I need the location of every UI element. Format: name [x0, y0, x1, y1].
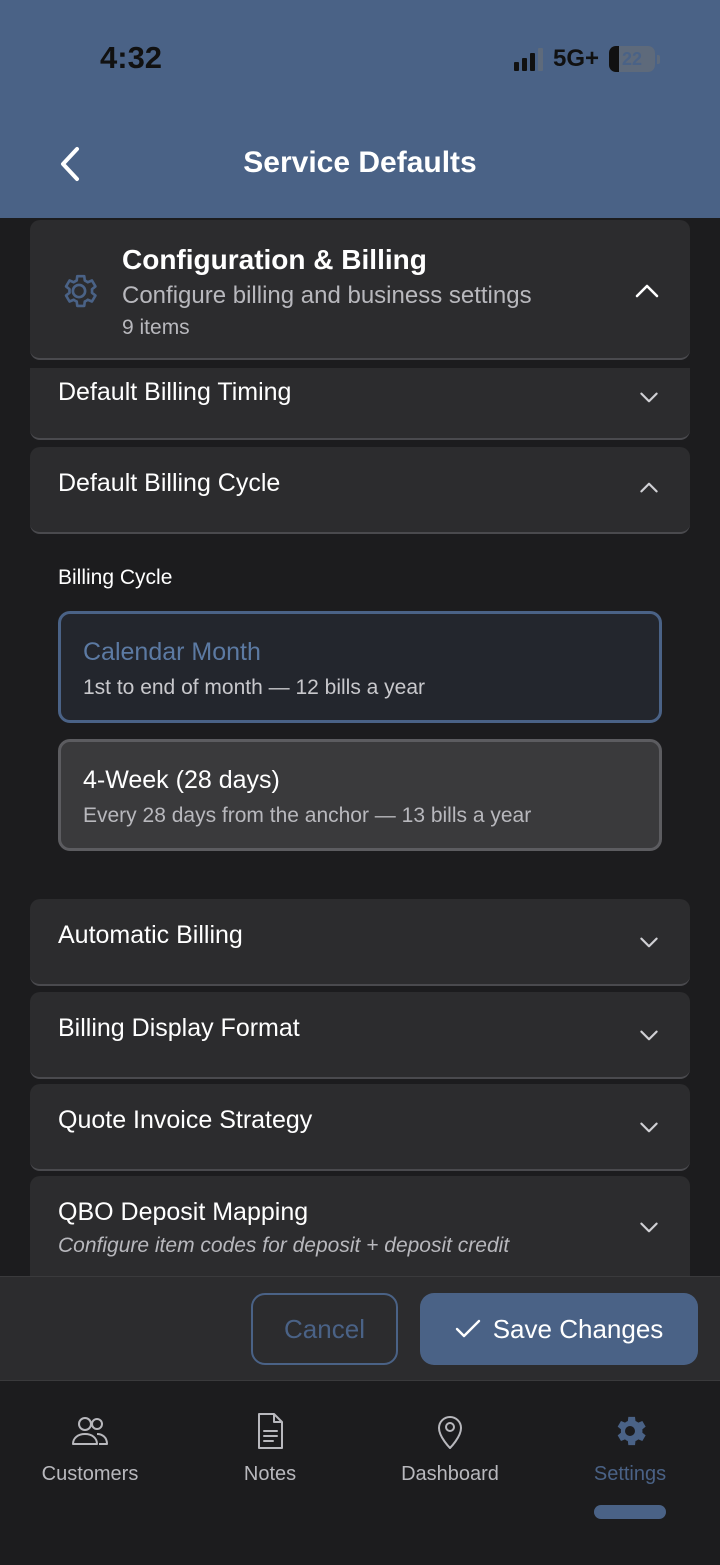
option-title: 4-Week (28 days) — [83, 766, 280, 794]
map-pin-icon — [438, 1416, 462, 1449]
nav-customers[interactable]: Customers — [0, 1411, 180, 1491]
chevron-down-icon — [640, 1122, 658, 1133]
battery-percent: 22 — [621, 48, 643, 69]
chevron-up-icon — [640, 482, 658, 493]
item-default-billing-timing[interactable]: Default Billing Timing — [30, 368, 690, 440]
nav-label: Notes — [243, 1463, 297, 1485]
nav-settings[interactable]: Settings — [540, 1411, 720, 1491]
section-configuration-billing[interactable]: Configuration & Billing Configure billin… — [30, 220, 690, 360]
active-tab-indicator — [594, 1505, 666, 1519]
nav-label: Customers — [41, 1463, 139, 1485]
chevron-down-icon — [640, 392, 658, 403]
item-label: QBO Deposit Mapping — [58, 1198, 309, 1226]
chevron-up-icon[interactable] — [634, 278, 660, 304]
gear-icon — [617, 1416, 646, 1446]
battery-icon: 22 — [609, 46, 655, 72]
gear-icon — [64, 274, 97, 308]
billing-cycle-label: Billing Cycle — [58, 566, 173, 589]
item-label: Quote Invoice Strategy — [58, 1106, 313, 1134]
nav-dashboard[interactable]: Dashboard — [360, 1411, 540, 1491]
signal-icon — [513, 47, 543, 71]
item-billing-display-format[interactable]: Billing Display Format — [30, 992, 690, 1079]
option-description: 1st to end of month — 12 bills a year — [83, 676, 426, 699]
app-header: 4:32 5G+ 22 Service Defaults — [0, 0, 720, 218]
item-subtitle: Configure item codes for deposit + depos… — [58, 1234, 510, 1257]
section-subtitle: Configure billing and business settings — [122, 282, 532, 309]
item-label: Billing Display Format — [58, 1014, 300, 1042]
item-label: Default Billing Cycle — [58, 469, 281, 497]
item-label: Automatic Billing — [58, 921, 243, 949]
section-title: Configuration & Billing — [122, 244, 427, 275]
cancel-button[interactable]: Cancel — [251, 1293, 398, 1365]
option-description: Every 28 days from the anchor — 13 bills… — [83, 804, 532, 827]
bottom-nav: Customers Notes Dashboard Settings — [0, 1380, 720, 1565]
item-automatic-billing[interactable]: Automatic Billing — [30, 899, 690, 986]
checkmark-icon — [455, 1319, 480, 1338]
chevron-down-icon — [640, 937, 658, 948]
save-label: Save Changes — [492, 1313, 664, 1344]
item-label: Default Billing Timing — [58, 378, 292, 406]
page-title: Service Defaults — [243, 146, 477, 179]
users-icon — [72, 1417, 108, 1445]
document-icon — [258, 1413, 283, 1449]
option-calendar-month[interactable]: Calendar Month 1st to end of month — 12 … — [58, 611, 662, 723]
chevron-down-icon — [640, 1222, 658, 1233]
settings-content[interactable]: Configuration & Billing Configure billin… — [0, 218, 720, 1276]
status-time: 4:32 — [100, 40, 163, 75]
option-4-week[interactable]: 4-Week (28 days) Every 28 days from the … — [58, 739, 662, 851]
nav-label: Dashboard — [401, 1463, 499, 1485]
section-count: 9 items — [122, 316, 190, 339]
chevron-down-icon — [640, 1030, 658, 1041]
nav-notes[interactable]: Notes — [180, 1411, 360, 1491]
item-quote-invoice-strategy[interactable]: Quote Invoice Strategy — [30, 1084, 690, 1171]
option-title: Calendar Month — [83, 638, 261, 666]
item-default-billing-cycle[interactable]: Default Billing Cycle — [30, 447, 690, 534]
status-indicators: 5G+ 22 — [513, 44, 660, 74]
nav-label: Settings — [593, 1463, 667, 1485]
network-type: 5G+ — [552, 45, 599, 72]
action-bar: Cancel Save Changes — [0, 1276, 720, 1380]
item-qbo-deposit-mapping[interactable]: QBO Deposit Mapping Configure item codes… — [30, 1176, 690, 1276]
save-changes-button[interactable]: Save Changes — [420, 1293, 698, 1365]
